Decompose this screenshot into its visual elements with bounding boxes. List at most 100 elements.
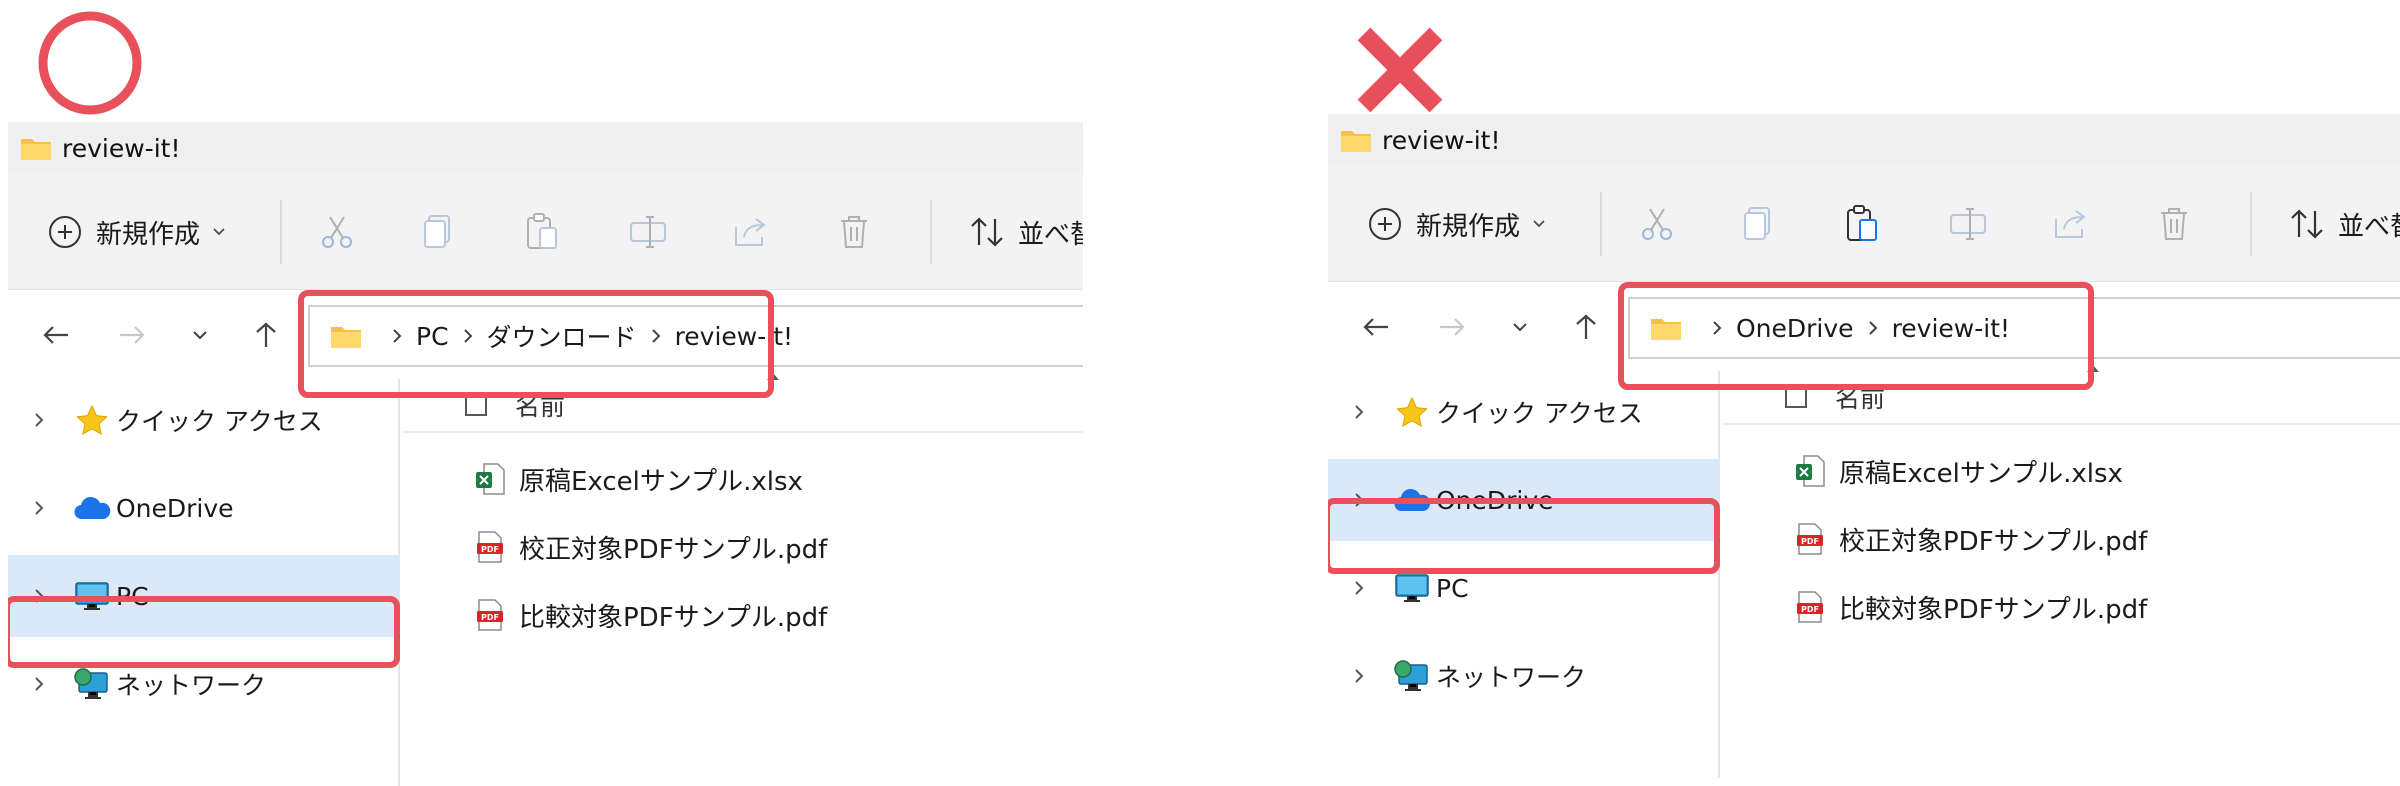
list-item[interactable]: 原稿Excelサンプル.xlsx (1793, 441, 2123, 501)
address-highlight-box (1618, 282, 2094, 390)
back-button[interactable] (36, 291, 76, 379)
chevron-right-icon (35, 413, 44, 427)
clipboard-icon (1847, 205, 1877, 241)
excel-icon (1793, 454, 1827, 488)
chevron-down-icon (213, 228, 225, 236)
chevron-right-icon (1355, 405, 1364, 419)
sidebar-item-network[interactable]: ネットワーク (1328, 635, 1720, 717)
toolbar-separator (930, 200, 932, 264)
arrow-left-icon (1363, 318, 1388, 336)
delete-button[interactable] (2156, 166, 2192, 282)
sidebar-highlight-box (8, 596, 400, 668)
sort-button[interactable]: 並べ替 (968, 174, 1083, 290)
trash-icon (841, 216, 867, 248)
delete-button[interactable] (836, 174, 872, 290)
new-button[interactable]: 新規作成 (1368, 166, 1546, 282)
share-icon (735, 218, 766, 246)
list-item[interactable]: PDF 比較対象PDFサンプル.pdf (473, 585, 827, 645)
toolbar-separator (280, 200, 282, 264)
pdf-icon: PDF (473, 530, 507, 564)
sidebar-item-label: クイック アクセス (1436, 399, 1643, 428)
toolbar-separator (2250, 192, 2252, 256)
up-button[interactable] (1566, 283, 1606, 371)
forward-button[interactable] (112, 291, 152, 379)
back-button[interactable] (1356, 283, 1396, 371)
navigation-pane: クイック アクセス OneDrive PC ネットワーク (8, 379, 400, 786)
excel-icon (473, 462, 507, 496)
sort-button[interactable]: 並べ替 (2288, 166, 2400, 282)
rename-button[interactable] (1948, 166, 1988, 282)
folder-icon (21, 139, 51, 160)
share-button[interactable] (2052, 166, 2092, 282)
new-button-label: 新規作成 (1416, 211, 1521, 242)
up-button[interactable] (246, 291, 286, 379)
command-bar: 新規作成 並べ替 (1328, 166, 2400, 282)
cut-button[interactable] (1638, 166, 1676, 282)
clipboard-icon (527, 213, 557, 249)
scissors-icon (322, 216, 352, 248)
paste-button[interactable] (524, 174, 560, 290)
svg-text:PDF: PDF (481, 613, 499, 622)
rename-icon (630, 216, 666, 248)
toolbar-separator (1600, 192, 1602, 256)
forward-button[interactable] (1432, 283, 1472, 371)
copy-button[interactable] (1740, 166, 1776, 282)
navigation-pane: クイック アクセス OneDrive PC ネットワーク (1328, 371, 1720, 778)
arrow-right-icon (1440, 318, 1465, 336)
rename-icon (1950, 208, 1986, 240)
list-item[interactable]: 原稿Excelサンプル.xlsx (473, 449, 803, 509)
explorer-window-left: review-it! 新規作成 並べ替 (8, 122, 1083, 786)
scissors-icon (1642, 208, 1672, 240)
star-icon (1392, 392, 1432, 432)
monitor-icon (1392, 568, 1432, 608)
copy-button[interactable] (420, 174, 456, 290)
network-icon (72, 664, 112, 704)
copy-icon (1744, 207, 1770, 240)
file-list: 名前 原稿Excelサンプル.xlsx PDF 校正対象PDFサンプル.pdf … (403, 373, 1083, 786)
sidebar-item-onedrive[interactable]: OneDrive (8, 467, 400, 549)
pdf-icon: PDF (1793, 590, 1827, 624)
arrow-right-icon (120, 326, 145, 344)
pdf-icon: PDF (473, 598, 507, 632)
sort-icon (971, 217, 1003, 247)
title-bar: review-it! (8, 122, 1083, 174)
sidebar-item-label: ネットワーク (116, 671, 267, 700)
title-bar: review-it! (1328, 114, 2400, 166)
rename-button[interactable] (628, 174, 668, 290)
svg-text:PDF: PDF (481, 545, 499, 554)
network-icon (1392, 656, 1432, 696)
list-item[interactable]: PDF 比較対象PDFサンプル.pdf (1793, 577, 2147, 637)
incorrect-cross-mark (1357, 27, 1443, 113)
svg-text:PDF: PDF (1801, 605, 1819, 614)
plus-circle-icon (49, 216, 81, 248)
chevron-down-icon (1513, 323, 1527, 332)
sidebar-item-label: OneDrive (116, 493, 234, 523)
paste-button[interactable] (1844, 166, 1880, 282)
chevron-right-icon (1355, 581, 1364, 595)
file-name: 校正対象PDFサンプル.pdf (519, 534, 828, 565)
arrow-left-icon (43, 326, 68, 344)
correct-circle-mark (38, 11, 142, 115)
share-button[interactable] (732, 174, 772, 290)
recent-locations-button[interactable] (1500, 283, 1540, 371)
file-list: 名前 原稿Excelサンプル.xlsx PDF 校正対象PDFサンプル.pdf … (1723, 365, 2400, 778)
chevron-right-icon (35, 677, 44, 691)
sort-button-label: 並べ替 (2338, 211, 2400, 242)
address-highlight-box (298, 290, 774, 398)
file-name: 比較対象PDFサンプル.pdf (1839, 594, 2148, 625)
sort-button-label: 並べ替 (1018, 219, 1083, 250)
chevron-down-icon (1533, 220, 1545, 228)
arrow-up-icon (1576, 314, 1596, 339)
cut-button[interactable] (318, 174, 356, 290)
star-icon (72, 400, 112, 440)
list-item[interactable]: PDF 校正対象PDFサンプル.pdf (1793, 509, 2147, 569)
sidebar-highlight-box (1328, 498, 1720, 574)
file-name: 原稿Excelサンプル.xlsx (1839, 458, 2123, 489)
folder-icon (1341, 131, 1371, 152)
file-name: 校正対象PDFサンプル.pdf (1839, 526, 2148, 557)
trash-icon (2161, 208, 2187, 240)
list-item[interactable]: PDF 校正対象PDFサンプル.pdf (473, 517, 827, 577)
new-button[interactable]: 新規作成 (48, 174, 226, 290)
recent-locations-button[interactable] (180, 291, 220, 379)
svg-text:PDF: PDF (1801, 537, 1819, 546)
